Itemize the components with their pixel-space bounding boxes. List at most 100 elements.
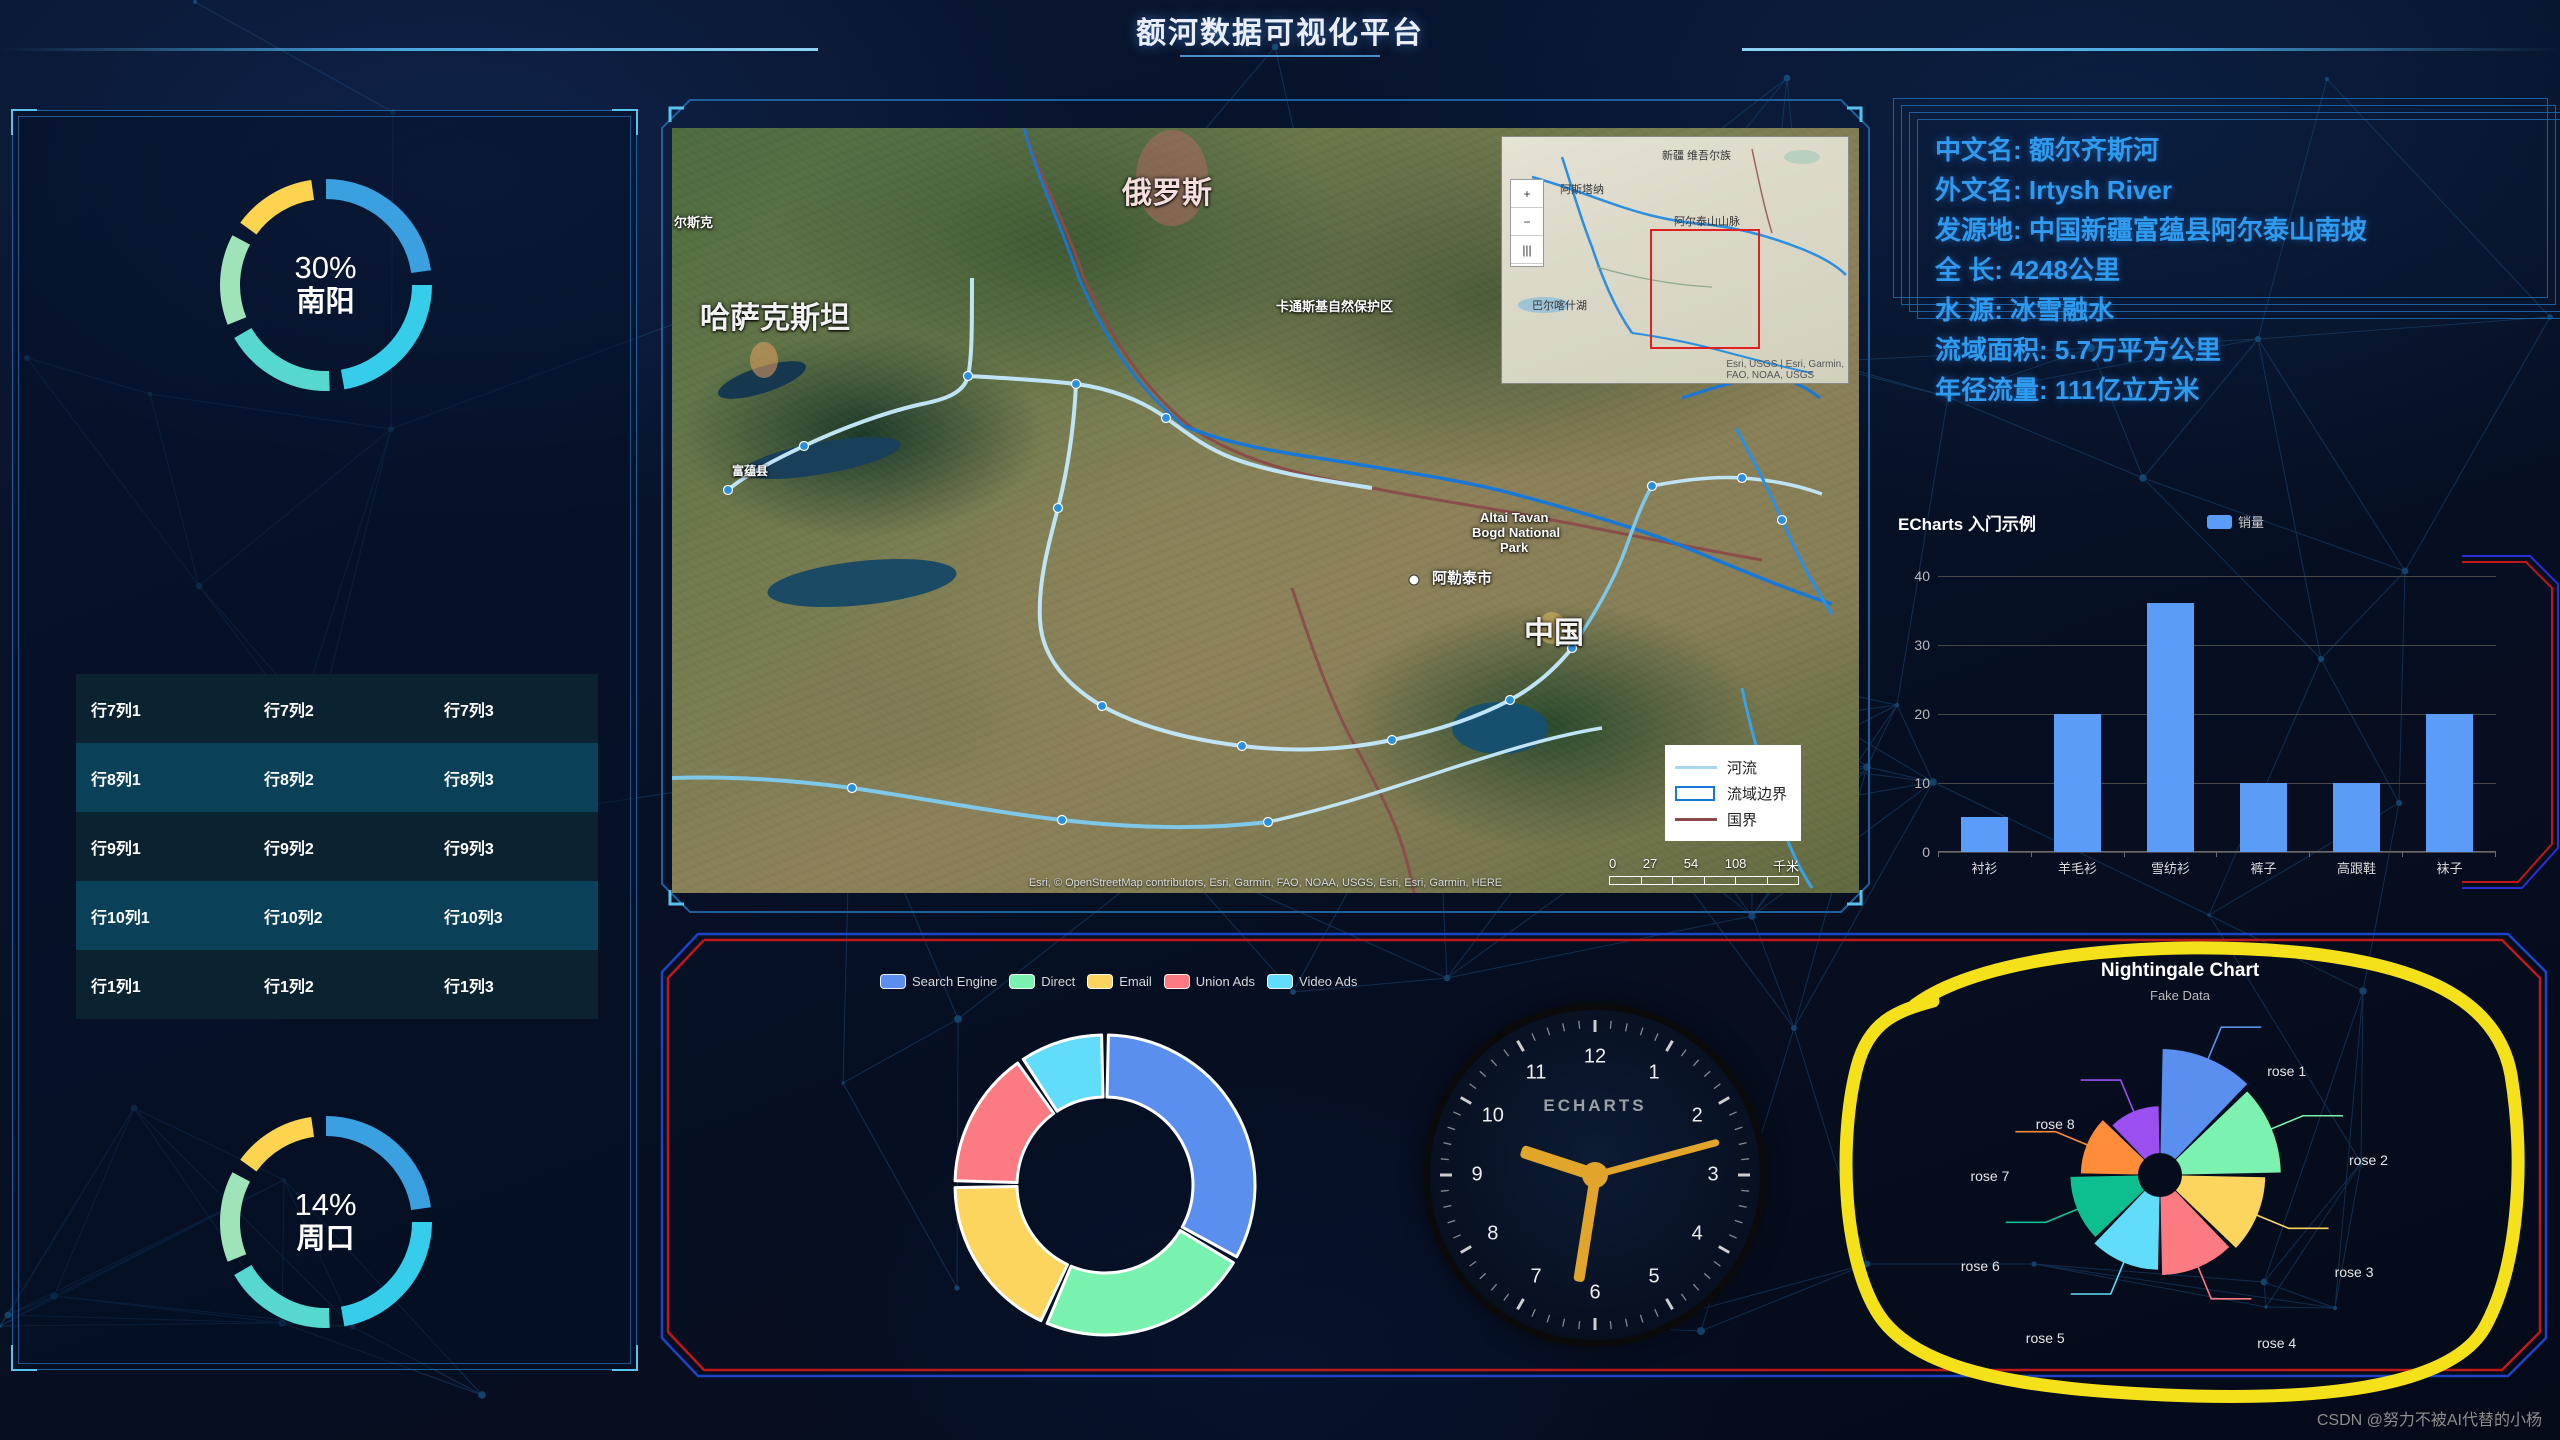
pie-legend-swatch: [1267, 974, 1294, 989]
nightingale-slice-label: rose 4: [2257, 1334, 2297, 1351]
bar-xlabel: 衬衫: [1971, 861, 1998, 876]
table-row[interactable]: 行7列1 行7列2 行7列3: [76, 674, 598, 743]
bar-column: [2031, 562, 2124, 852]
pie-legend-swatch: [1087, 974, 1114, 989]
table-cell: 行10列1: [91, 909, 150, 927]
clock-hour-number: 7: [1530, 1265, 1542, 1288]
minimap[interactable]: + − ||| 新疆 维吾尔族 阿斯塔纳 阿尔泰山山脉 巴尔喀什湖 Esri, USGS …: [1501, 136, 1849, 384]
corner-tl: [11, 109, 37, 135]
gauge-label-0: 30% 南阳: [210, 169, 442, 401]
bar[interactable]: [2332, 782, 2381, 852]
pie-legend-swatch: [880, 974, 906, 989]
bar-panel-decor: [2462, 555, 2559, 889]
nightingale-slice-label: rose 8: [2035, 1116, 2075, 1133]
bar-chart-legend[interactable]: 销量: [2207, 512, 2264, 531]
map-legend-swatch: [1674, 785, 1717, 801]
nightingale-panel: Nightingale Chart Fake Data rose 1 rose 2…: [1860, 950, 2500, 1370]
info-line: 流域面积: 5.7万平方公里: [1935, 335, 2222, 365]
gauge-ring-1[interactable]: 14% 周口: [210, 1106, 442, 1338]
pie-legend-item[interactable]: Union Ads: [1163, 974, 1256, 989]
map-place-label: 中国: [1524, 617, 1584, 650]
minimap-zoom-controls[interactable]: + − |||: [1510, 179, 1544, 267]
gauge-card-1: 14% 周口: [13, 1106, 638, 1338]
map-place-label: Bogd National: [1472, 525, 1561, 540]
pie-legend-label: Direct: [1041, 974, 1076, 989]
scalebar-tick: 27: [1642, 856, 1658, 871]
bar-axis-tick: [2216, 852, 2309, 857]
minimap-zoom-button[interactable]: −: [1511, 208, 1543, 236]
table-cell: 行10列2: [264, 909, 323, 927]
minimap-zoom-button[interactable]: +: [1511, 180, 1543, 208]
bar[interactable]: [2146, 603, 2195, 852]
nightingale-slice-label: rose 1: [2267, 1063, 2307, 1080]
pie-legend-label: Video Ads: [1299, 974, 1358, 989]
clock-hour-number: 8: [1487, 1222, 1499, 1245]
clock-hour-number: 5: [1648, 1265, 1660, 1288]
table-row[interactable]: 行8列1 行8列2 行8列3: [76, 743, 598, 812]
pie-legend-item[interactable]: Video Ads: [1267, 974, 1357, 989]
map-place-label: 卡通斯基自然保护区: [1276, 299, 1394, 314]
map-place-label: 俄罗斯: [1122, 177, 1212, 210]
table-cell: 行9列2: [264, 840, 314, 858]
table-row[interactable]: 行9列1 行9列2 行9列3: [76, 812, 598, 881]
pie-legend-item[interactable]: Email: [1087, 974, 1152, 989]
bar-xlabel: 高跟鞋: [2336, 861, 2376, 876]
gauge-name-1: 周口: [296, 1223, 355, 1256]
bar-xlabel: 雪纺衫: [2150, 861, 2190, 876]
map-place-label: Altai Tavan: [1480, 510, 1549, 525]
info-line: 全 长: 4248公里: [1935, 255, 2120, 285]
map-image[interactable]: N E S W 俄罗斯哈萨克斯坦中国卡通斯基自然保护区Altai TavanBo…: [672, 128, 1859, 893]
scalebar-numbers: 0 27 54 108 千米: [1609, 856, 1799, 875]
table-cell: 行8列2: [264, 771, 314, 789]
bar-legend-swatch: [2207, 514, 2232, 529]
info-line: 年径流量: 111亿立方米: [1935, 375, 2200, 405]
pie-chart-svg: [953, 1033, 1257, 1337]
map-legend-label: 河流: [1726, 759, 1757, 777]
nightingale-chart[interactable]: rose 1 rose 2 rose 3 rose 4 rose 5 rose 6 rose…: [1860, 995, 2500, 1365]
bar[interactable]: [1960, 817, 2009, 852]
bar-axis-tick: [2309, 852, 2402, 857]
table-cell: 行8列1: [91, 771, 141, 789]
bar-axis-tick: [2123, 852, 2217, 857]
pie-chart[interactable]: [940, 1020, 1270, 1350]
table-cell: 行1列3: [444, 978, 494, 996]
map-place-label: 尔斯克: [674, 215, 714, 230]
clock-hour-number: 4: [1691, 1222, 1703, 1245]
bar[interactable]: [2239, 782, 2288, 852]
data-table: 行7列1 行7列2 行7列3 行8列1 行8列2 行8列3 行9列1 行9列2 行9列3 行10列…: [76, 674, 598, 1019]
bar-column: [2310, 562, 2403, 852]
pie-legend-label: Union Ads: [1195, 974, 1256, 989]
clock-hour-number: 10: [1481, 1104, 1504, 1127]
map-place-label: Park: [1500, 540, 1529, 555]
gauge-label-1: 14% 周口: [210, 1106, 442, 1338]
table-cell: 行9列3: [444, 840, 494, 858]
page-title: 额河数据可视化平台: [1136, 17, 1424, 50]
info-panel: 中文名: 额尔齐斯河 外文名: Irtysh River 发源地: 中国新疆富蕴县阿…: [1893, 98, 2560, 405]
pie-chart-legend[interactable]: Search Engine Direct Email Union Ads Video A…: [880, 974, 1357, 989]
map-legend-swatch: [1674, 812, 1717, 826]
minimap-attribution: Esri, USGS | Esri, Garmin, FAO, NOAA, US…: [1726, 359, 1844, 381]
clock-hour-number: 1: [1648, 1061, 1660, 1084]
map-attribution: Esri, © OpenStreetMap contributors, Esri…: [1028, 877, 1503, 889]
pie-legend-item[interactable]: Search Engine: [880, 974, 997, 989]
map-legend-label: 流域边界: [1726, 785, 1787, 803]
corner-tr: [612, 109, 638, 135]
clock-hour-number: 2: [1691, 1104, 1703, 1127]
pie-legend-item[interactable]: Direct: [1009, 974, 1075, 989]
minimap-zoom-button[interactable]: |||: [1511, 236, 1543, 264]
table-cell: 行9列1: [91, 840, 141, 858]
nightingale-slice-label: rose 6: [1960, 1258, 2000, 1275]
bar-axis-tick: [2030, 852, 2124, 857]
bar-chart-panel: ECharts 入门示例 销量 0 10 20 30 40 衬衫 羊毛衫 雪纺衫 裤子 高跟鞋袜…: [1880, 500, 2560, 915]
table-row[interactable]: 行10列1 行10列2 行10列3: [76, 881, 598, 950]
dashboard-root: 额河数据可视化平台 30% 南阳 行7列1 行7列2 行7列3 行8列1 行8列2 行8列…: [0, 0, 2560, 1440]
bar-axis-tick: [1938, 852, 2031, 857]
nightingale-slice-label: rose 2: [2349, 1151, 2388, 1168]
gauge-percent-1: 14%: [294, 1186, 357, 1222]
table-row[interactable]: 行1列1 行1列2 行1列3: [76, 950, 598, 1019]
bar[interactable]: [2053, 713, 2102, 852]
gauge-ring-0[interactable]: 30% 南阳: [210, 169, 442, 401]
scalebar-tick: 0: [1609, 856, 1617, 871]
bar-chart-ticks: [1938, 852, 2496, 857]
bar-ytick: 40: [1914, 567, 1930, 584]
